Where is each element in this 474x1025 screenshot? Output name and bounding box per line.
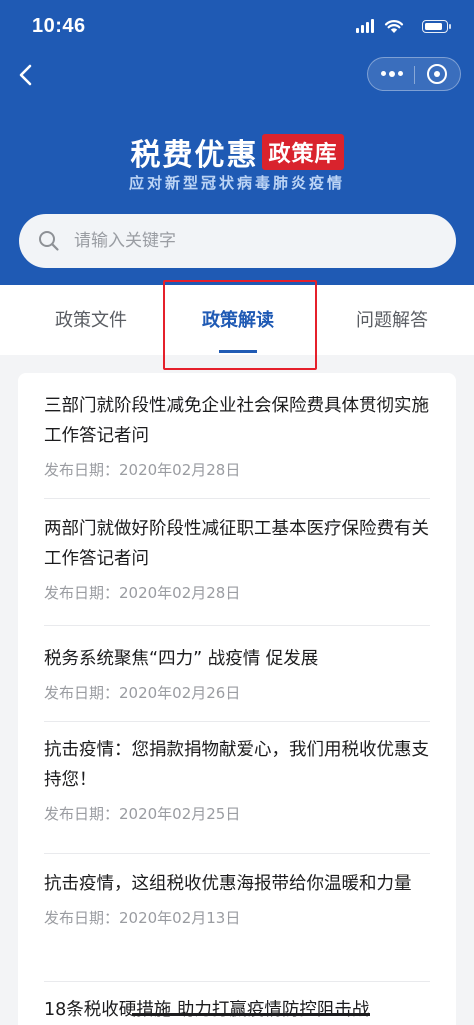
article-date: 发布日期：2020年02月26日 (44, 684, 241, 702)
divider (44, 625, 430, 626)
article-date: 发布日期：2020年02月25日 (44, 805, 241, 823)
tab-faq[interactable]: 问题解答 (310, 285, 474, 355)
tab-policy-interpretation[interactable]: 政策解读 (160, 285, 316, 355)
article-title: 两部门就做好阶段性减征职工基本医疗保险费有关工作答记者问 (44, 519, 429, 569)
article-title: 18条税收硬措施 助力打赢疫情防控阻击战 (44, 1000, 370, 1020)
more-dots-icon[interactable] (368, 58, 414, 90)
list-item[interactable]: 抗击疫情：您捐款捐物献爱心，我们用税收优惠支持您！ 发布日期：2020年02月2… (44, 735, 430, 824)
article-date: 发布日期：2020年02月28日 (44, 584, 241, 602)
article-title: 抗击疫情，这组税收优惠海报带给你温暖和力量 (44, 874, 412, 894)
divider (44, 981, 430, 982)
tab-bar: 政策文件 政策解读 问题解答 (0, 285, 474, 355)
search-icon (39, 231, 59, 251)
tab-policy-documents[interactable]: 政策文件 (0, 285, 182, 355)
search-input[interactable] (74, 214, 444, 268)
wifi-icon (384, 20, 404, 33)
mini-program-capsule (367, 57, 461, 91)
article-date: 发布日期：2020年02月13日 (44, 909, 241, 927)
chevron-left-icon[interactable] (14, 60, 38, 90)
battery-icon (422, 20, 451, 33)
divider (44, 721, 430, 722)
header: 10:46 税费优惠 政策库 应对新型冠状病毒肺炎疫情 请输入关键字 (0, 0, 474, 285)
article-title: 税务系统聚焦“四力” 战疫情 促发展 (44, 649, 319, 669)
mini-program-close-icon[interactable] (415, 58, 461, 90)
page-title: 税费优惠 政策库 (0, 130, 474, 173)
article-title: 三部门就阶段性减免企业社会保险费具体贯彻实施工作答记者问 (44, 396, 429, 446)
title-main: 税费优惠 (130, 138, 259, 173)
page-subtitle: 应对新型冠状病毒肺炎疫情 (128, 174, 345, 192)
list-item[interactable]: 18条税收硬措施 助力打赢疫情防控阻击战 (44, 995, 430, 1025)
article-list: 三部门就阶段性减免企业社会保险费具体贯彻实施工作答记者问 发布日期：2020年0… (18, 373, 456, 1025)
search-bar[interactable] (19, 214, 456, 268)
title-badge: 政策库 (262, 134, 344, 170)
page: 10:46 税费优惠 政策库 应对新型冠状病毒肺炎疫情 请输入关键字 政策文件 … (0, 0, 474, 1025)
signal-icon (356, 19, 376, 33)
status-time: 10:46 (32, 15, 86, 37)
list-item[interactable]: 抗击疫情，这组税收优惠海报带给你温暖和力量 发布日期：2020年02月13日 (44, 869, 430, 928)
article-date: 发布日期：2020年02月28日 (44, 461, 241, 479)
divider (44, 853, 430, 854)
list-item[interactable]: 三部门就阶段性减免企业社会保险费具体贯彻实施工作答记者问 发布日期：2020年0… (44, 391, 430, 480)
list-item[interactable]: 两部门就做好阶段性减征职工基本医疗保险费有关工作答记者问 发布日期：2020年0… (44, 514, 430, 603)
strikethrough-mark (132, 1013, 370, 1016)
article-title: 抗击疫情：您捐款捐物献爱心，我们用税收优惠支持您！ (44, 740, 429, 790)
list-item[interactable]: 税务系统聚焦“四力” 战疫情 促发展 发布日期：2020年02月26日 (44, 644, 430, 703)
active-tab-indicator (219, 350, 257, 353)
divider (44, 498, 430, 499)
status-bar: 10:46 (0, 0, 474, 56)
